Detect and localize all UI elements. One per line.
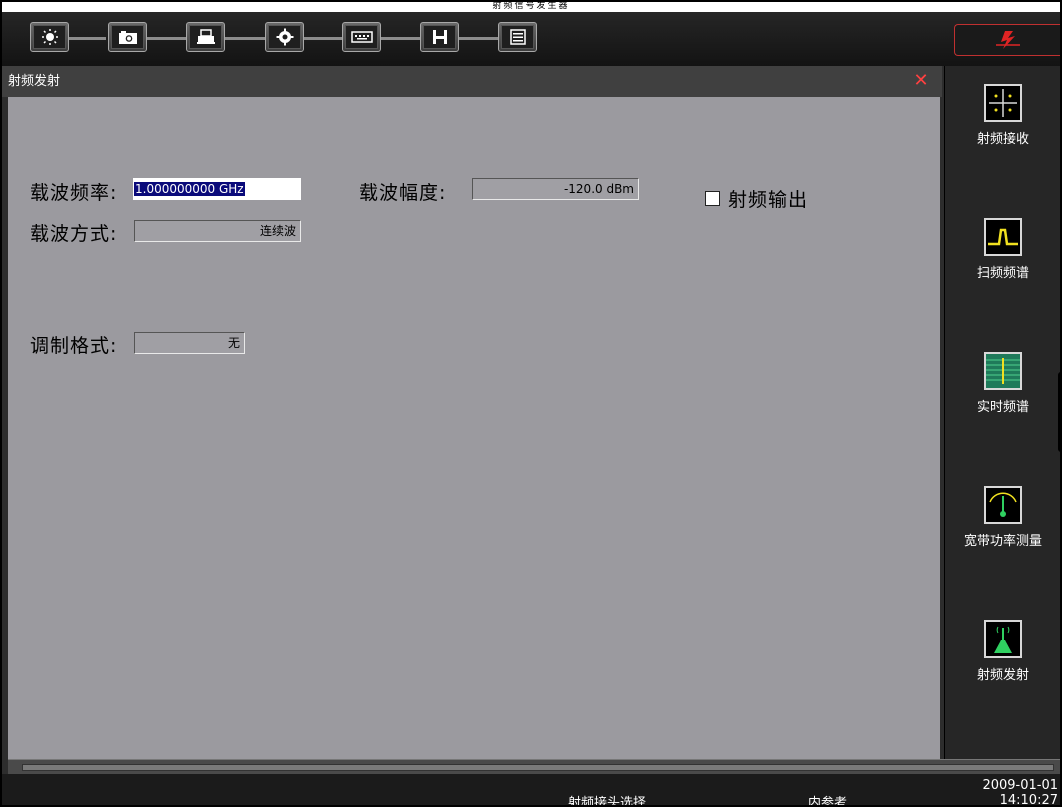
notes-icon bbox=[501, 25, 534, 49]
rf-output-toggle[interactable]: 射频输出 bbox=[705, 185, 808, 212]
settings-button[interactable] bbox=[265, 22, 304, 52]
sidebar-item-broadband-power[interactable]: 宽带功率测量 bbox=[945, 486, 1060, 549]
camera-icon bbox=[111, 25, 144, 49]
carrier-mode-label: 载波方式: bbox=[30, 223, 118, 245]
brightness-icon bbox=[33, 25, 66, 49]
save-icon bbox=[423, 25, 456, 49]
sidebar-item-sweep-spectrum[interactable]: 扫频频谱 bbox=[945, 218, 1060, 281]
close-icon[interactable]: ✕ bbox=[912, 72, 930, 90]
gear-icon bbox=[268, 25, 301, 49]
carrier-mode-select[interactable]: 连续波 bbox=[134, 220, 301, 242]
rf-output-label: 射频输出 bbox=[728, 189, 809, 211]
status-bar: 射频接头选择 内参考 2009-01-01 14:10:27 bbox=[2, 774, 1060, 807]
carrier-amp-label: 载波幅度: bbox=[359, 182, 447, 204]
carrier-freq-input[interactable]: 1.000000000 GHz bbox=[133, 178, 301, 200]
sidebar-item-label: 扫频频谱 bbox=[976, 266, 1029, 281]
brightness-button[interactable] bbox=[30, 22, 69, 52]
printer-icon bbox=[189, 25, 222, 49]
brand-logo bbox=[954, 24, 1060, 56]
lightning-logo-icon bbox=[995, 31, 1020, 49]
rf-connector-select[interactable]: 射频接头选择 bbox=[568, 792, 646, 805]
carrier-freq-label: 载波频率: bbox=[30, 182, 118, 204]
horizontal-scrollbar[interactable] bbox=[8, 759, 1060, 775]
reference-select[interactable]: 内参考 bbox=[808, 792, 847, 805]
status-time: 14:10:27 bbox=[999, 793, 1058, 807]
sidebar-item-rf-receive[interactable]: 射频接收 bbox=[945, 84, 1060, 147]
notes-button[interactable] bbox=[498, 22, 537, 52]
sweep-spectrum-icon bbox=[984, 218, 1022, 256]
save-button[interactable] bbox=[420, 22, 459, 52]
rf-receive-icon bbox=[984, 84, 1022, 122]
keyboard-button[interactable] bbox=[342, 22, 381, 52]
keyboard-icon bbox=[345, 25, 378, 49]
sidebar-item-label: 宽带功率测量 bbox=[963, 534, 1042, 549]
status-date: 2009-01-01 bbox=[982, 778, 1058, 793]
modulation-label: 调制格式: bbox=[30, 335, 118, 357]
window-title: 射频信号发生器 bbox=[2, 2, 1060, 12]
sidebar-item-realtime-spectrum[interactable]: 实时频谱 bbox=[945, 352, 1060, 415]
broadband-power-icon bbox=[984, 486, 1022, 524]
panel-title: 射频发射 bbox=[2, 66, 942, 97]
modulation-select[interactable]: 无 bbox=[134, 332, 245, 354]
sidebar-item-label: 射频发射 bbox=[976, 668, 1029, 683]
print-button[interactable] bbox=[186, 22, 225, 52]
app-window: 射频信号发生器 射频发射 ✕ 载波频率: 1.000000000 GHz 载波幅… bbox=[0, 0, 1062, 807]
sidebar-item-label: 实时频谱 bbox=[976, 400, 1029, 415]
screenshot-button[interactable] bbox=[108, 22, 147, 52]
realtime-spectrum-icon bbox=[984, 352, 1022, 390]
carrier-amp-input[interactable]: -120.0 dBm bbox=[472, 178, 639, 200]
sidebar-edge-handle[interactable] bbox=[1058, 372, 1060, 452]
rf-output-checkbox[interactable] bbox=[705, 191, 720, 206]
rf-transmit-icon bbox=[984, 620, 1022, 658]
clock: 2009-01-01 14:10:27 bbox=[982, 778, 1058, 807]
sidebar-item-rf-transmit[interactable]: 射频发射 bbox=[945, 620, 1060, 683]
mode-sidebar: 射频接收 扫频频谱 实时频谱 宽带功率测量 射频发射 bbox=[944, 66, 1060, 760]
top-toolbar bbox=[2, 12, 1060, 66]
sidebar-item-label: 射频接收 bbox=[976, 132, 1029, 147]
carrier-freq-value: 1.000000000 GHz bbox=[134, 182, 245, 196]
scrollbar-track[interactable] bbox=[22, 764, 1054, 771]
